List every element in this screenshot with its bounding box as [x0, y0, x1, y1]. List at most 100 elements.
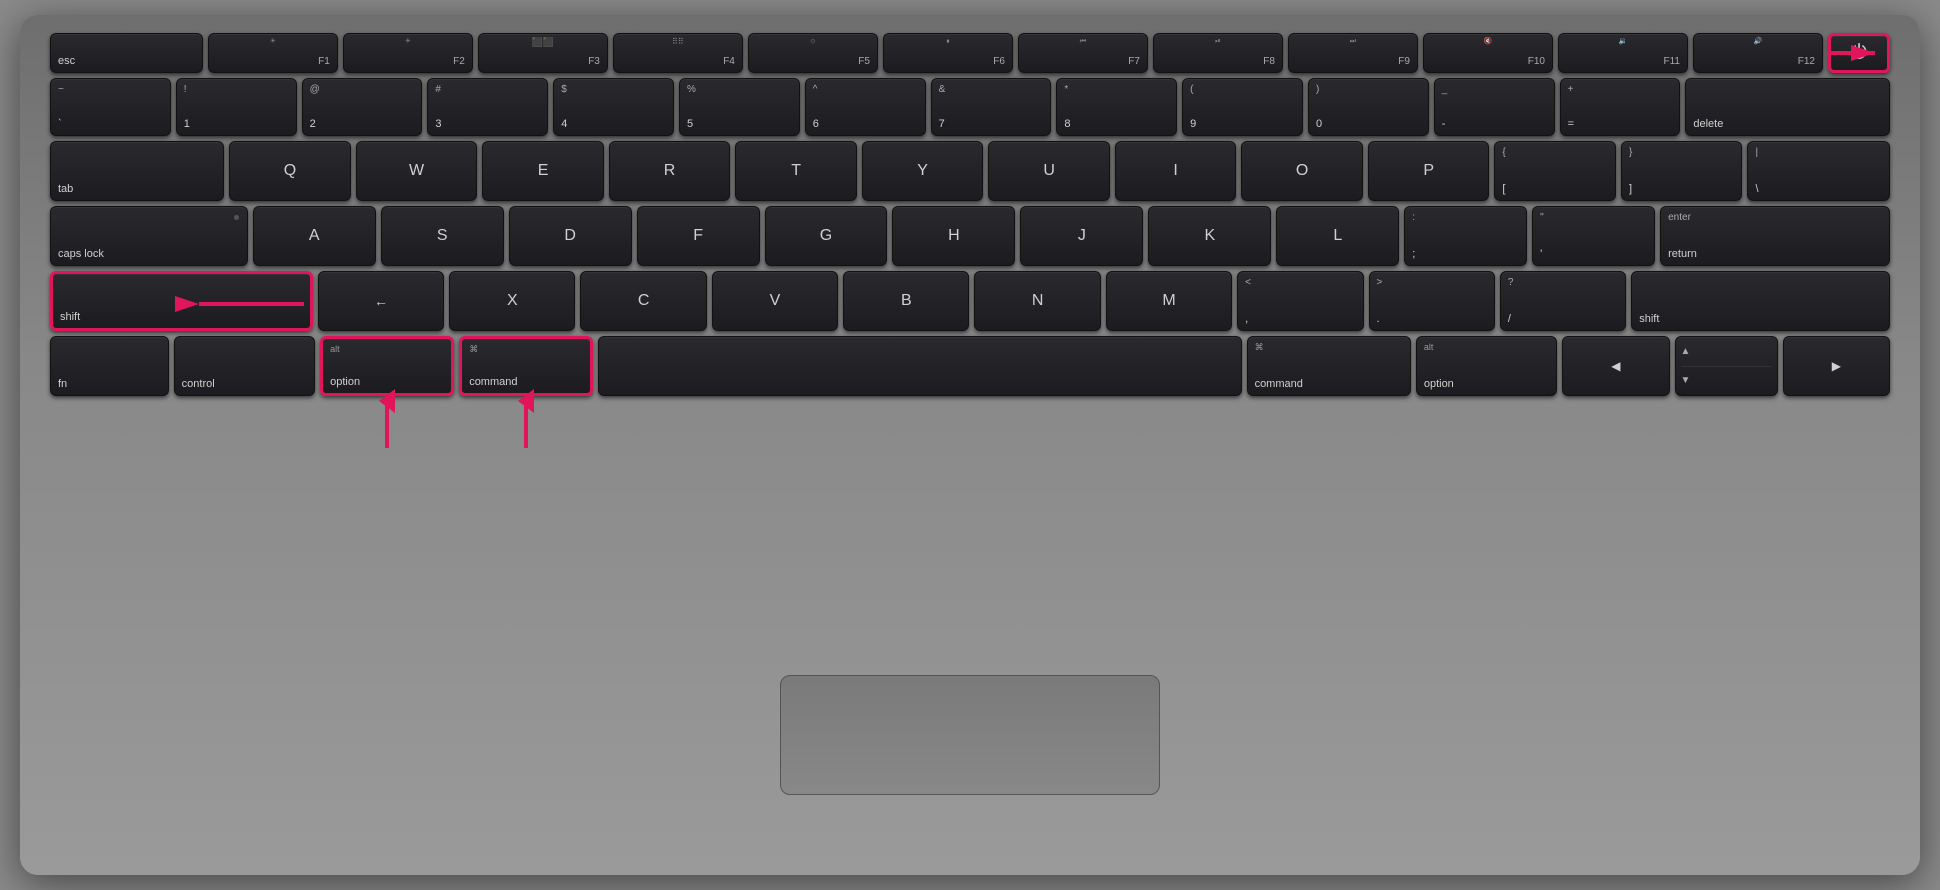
key-lbracket[interactable]: { [	[1494, 141, 1616, 201]
key-tab[interactable]: tab	[50, 141, 224, 201]
key-arrow-down[interactable]: ▼	[1681, 369, 1691, 394]
key-n[interactable]: N	[974, 271, 1100, 331]
key-f3[interactable]: ⬛⬛ F3	[478, 33, 608, 73]
f2-icon: ☀	[405, 38, 411, 45]
key-arrow-updown: ▲ ▼	[1675, 336, 1778, 396]
key-semicolon[interactable]: : ;	[1404, 206, 1527, 266]
key-5[interactable]: % 5	[679, 78, 800, 136]
laptop-body: esc ☀ F1 ☀ F2 ⬛⬛ F3	[20, 15, 1920, 875]
key-t[interactable]: T	[735, 141, 857, 201]
key-o[interactable]: O	[1241, 141, 1363, 201]
trackpad[interactable]	[780, 675, 1160, 795]
key-equals[interactable]: + =	[1560, 78, 1681, 136]
f10-icon: 🔇	[1484, 38, 1493, 45]
power-arrow-icon	[1827, 42, 1882, 64]
option-arrow-icon	[377, 396, 397, 451]
key-arrow-left[interactable]: ◀	[1562, 336, 1669, 396]
key-2[interactable]: @ 2	[302, 78, 423, 136]
key-4[interactable]: $ 4	[553, 78, 674, 136]
fn-row: esc ☀ F1 ☀ F2 ⬛⬛ F3	[50, 33, 1890, 73]
key-shift-right[interactable]: shift	[1631, 271, 1890, 331]
zxcv-row: shift ← X C V B	[50, 271, 1890, 331]
key-option-right[interactable]: alt option	[1416, 336, 1557, 396]
key-slash[interactable]: ? /	[1500, 271, 1626, 331]
key-f7[interactable]: ⏮ F7	[1018, 33, 1148, 73]
key-backslash[interactable]: | \	[1747, 141, 1890, 201]
key-3[interactable]: # 3	[427, 78, 548, 136]
key-i[interactable]: I	[1115, 141, 1237, 201]
key-delete[interactable]: delete	[1685, 78, 1890, 136]
key-k[interactable]: K	[1148, 206, 1271, 266]
key-e[interactable]: E	[482, 141, 604, 201]
key-esc[interactable]: esc	[50, 33, 203, 73]
key-u[interactable]: U	[988, 141, 1110, 201]
key-f4[interactable]: ⠿⠿ F4	[613, 33, 743, 73]
key-8[interactable]: * 8	[1056, 78, 1177, 136]
key-7[interactable]: & 7	[931, 78, 1052, 136]
key-f[interactable]: F	[637, 206, 760, 266]
key-command-left[interactable]: ⌘ command	[459, 336, 593, 396]
key-shift-left[interactable]: shift	[50, 271, 313, 331]
key-f2[interactable]: ☀ F2	[343, 33, 473, 73]
key-f1[interactable]: ☀ F1	[208, 33, 338, 73]
key-f9[interactable]: ⏭ F9	[1288, 33, 1418, 73]
key-g[interactable]: G	[765, 206, 888, 266]
key-quote[interactable]: " '	[1532, 206, 1655, 266]
key-s[interactable]: S	[381, 206, 504, 266]
key-caps-lock[interactable]: caps lock	[50, 206, 248, 266]
bottom-row: fn control alt option ⌘ command	[50, 336, 1890, 396]
key-6[interactable]: ^ 6	[805, 78, 926, 136]
key-9[interactable]: ( 9	[1182, 78, 1303, 136]
key-a[interactable]: A	[253, 206, 376, 266]
key-x[interactable]: X	[449, 271, 575, 331]
asdf-row: caps lock A S D F G H J	[50, 206, 1890, 266]
caps-lock-indicator	[234, 215, 239, 220]
key-q[interactable]: Q	[229, 141, 351, 201]
f8-icon: ⏯	[1215, 38, 1221, 45]
key-f5[interactable]: ⬦ F5	[748, 33, 878, 73]
key-d[interactable]: D	[509, 206, 632, 266]
f12-icon: 🔊	[1754, 38, 1763, 45]
key-y[interactable]: Y	[862, 141, 984, 201]
key-h[interactable]: H	[892, 206, 1015, 266]
key-f10[interactable]: 🔇 F10	[1423, 33, 1553, 73]
key-minus[interactable]: _ -	[1434, 78, 1555, 136]
key-arrow-up[interactable]: ▲	[1681, 339, 1691, 364]
key-v[interactable]: V	[712, 271, 838, 331]
key-f12[interactable]: 🔊 F12	[1693, 33, 1823, 73]
key-b[interactable]: B	[843, 271, 969, 331]
key-space[interactable]	[598, 336, 1241, 396]
key-option-left[interactable]: alt option	[320, 336, 454, 396]
key-j[interactable]: J	[1020, 206, 1143, 266]
f4-icon: ⠿⠿	[672, 38, 684, 46]
key-command-right[interactable]: ⌘ command	[1247, 336, 1411, 396]
keyboard-area: esc ☀ F1 ☀ F2 ⬛⬛ F3	[50, 33, 1890, 815]
key-fn[interactable]: fn	[50, 336, 169, 396]
command-arrow-icon	[516, 396, 536, 451]
key-tilde[interactable]: ~ `	[50, 78, 171, 136]
key-rbracket[interactable]: } ]	[1621, 141, 1743, 201]
key-c[interactable]: C	[580, 271, 706, 331]
f5-icon: ⬦	[810, 38, 815, 45]
key-p[interactable]: P	[1368, 141, 1490, 201]
f7-icon: ⏮	[1080, 38, 1086, 45]
f9-icon: ⏭	[1350, 38, 1356, 45]
key-arrow-right[interactable]: ▶	[1783, 336, 1890, 396]
qwerty-row: tab Q W E R T Y U I	[50, 141, 1890, 201]
key-arrow-back[interactable]: ←	[318, 271, 444, 331]
key-f11[interactable]: 🔉 F11	[1558, 33, 1688, 73]
key-comma[interactable]: < ,	[1237, 271, 1363, 331]
key-r[interactable]: R	[609, 141, 731, 201]
key-f8[interactable]: ⏯ F8	[1153, 33, 1283, 73]
key-l[interactable]: L	[1276, 206, 1399, 266]
key-f6[interactable]: ⬧ F6	[883, 33, 1013, 73]
key-w[interactable]: W	[356, 141, 478, 201]
esc-label: esc	[58, 56, 75, 67]
num-row: ~ ` ! 1 @ 2 # 3 $ 4 % 5	[50, 78, 1890, 136]
key-enter[interactable]: enter return	[1660, 206, 1890, 266]
key-period[interactable]: > .	[1369, 271, 1495, 331]
key-0[interactable]: ) 0	[1308, 78, 1429, 136]
key-control[interactable]: control	[174, 336, 315, 396]
key-1[interactable]: ! 1	[176, 78, 297, 136]
key-m[interactable]: M	[1106, 271, 1232, 331]
